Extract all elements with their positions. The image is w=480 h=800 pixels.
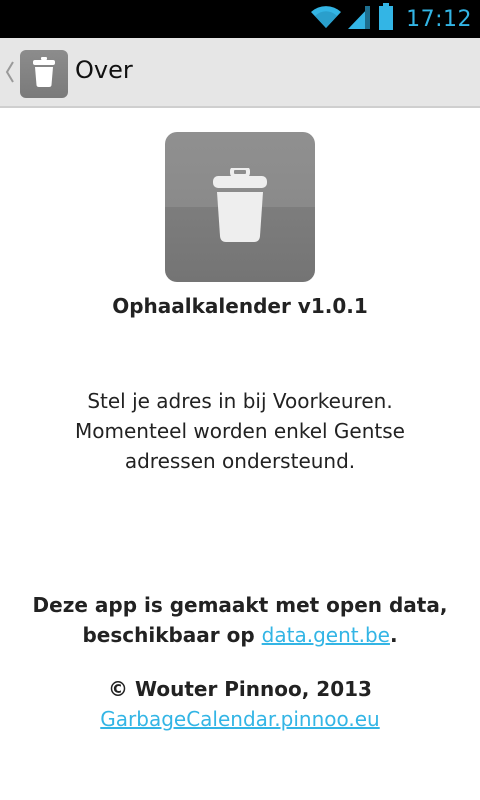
copyright-text: © Wouter Pinnoo, 2013 <box>108 677 372 701</box>
instructions-line: Momenteel worden enkel Gentse <box>75 419 405 443</box>
open-data-prefix: beschikbaar op <box>82 623 262 647</box>
page-title: Over <box>75 56 133 84</box>
app-name-version: Ophaalkalender v1.0.1 <box>112 294 368 318</box>
signal-icon <box>348 4 372 34</box>
copyright-block: © Wouter Pinnoo, 2013 GarbageCalendar.pi… <box>0 674 480 734</box>
open-data-line: Deze app is gemaakt met open data, <box>32 593 448 617</box>
status-icons: 17:12 <box>310 0 472 38</box>
action-bar: Over <box>0 38 480 108</box>
up-caret-icon[interactable] <box>4 60 16 84</box>
status-time: 17:12 <box>406 6 472 32</box>
instructions-line: adressen ondersteund. <box>124 449 356 473</box>
open-data-notice: Deze app is gemaakt met open data, besch… <box>0 590 480 650</box>
open-data-line: beschikbaar op data.gent.be. <box>0 620 480 650</box>
data-gent-link[interactable]: data.gent.be <box>262 623 390 647</box>
status-bar: 17:12 <box>0 0 480 38</box>
about-content: Ophaalkalender v1.0.1 Stel je adres in b… <box>0 108 480 800</box>
open-data-suffix: . <box>389 623 398 647</box>
battery-icon <box>378 3 394 35</box>
instructions-text: Stel je adres in bij Voorkeuren. Momente… <box>0 386 480 476</box>
app-icon-home-button[interactable] <box>20 50 68 98</box>
website-link[interactable]: GarbageCalendar.pinnoo.eu <box>100 707 379 731</box>
trash-icon <box>32 57 56 91</box>
wifi-icon <box>310 4 342 34</box>
instructions-line: Stel je adres in bij Voorkeuren. <box>87 389 393 413</box>
trash-icon <box>211 166 269 246</box>
app-logo <box>165 132 315 282</box>
